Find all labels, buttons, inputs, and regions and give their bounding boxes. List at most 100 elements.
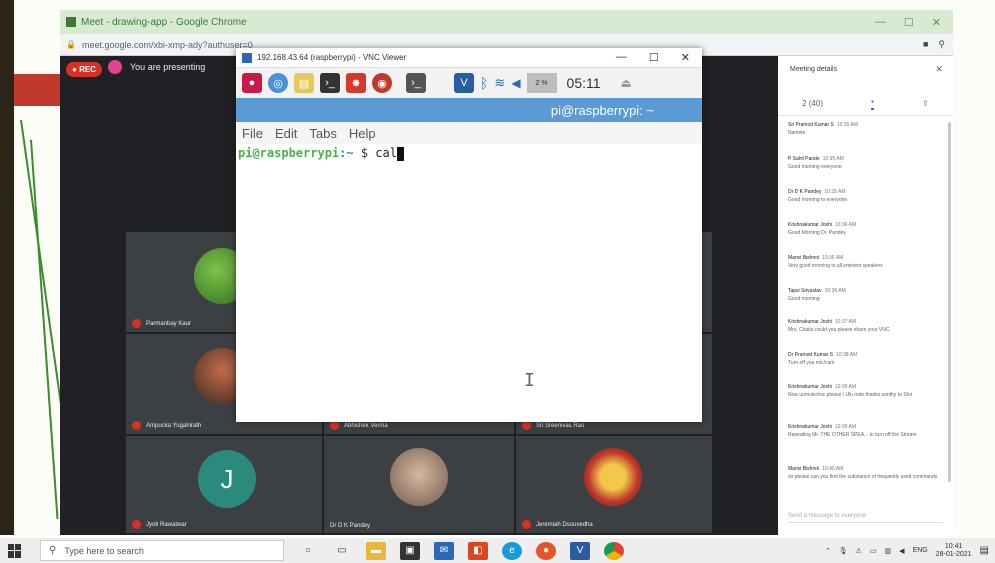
participant-name-tag: Jeremiah Dsouvedha	[522, 520, 593, 529]
media-icon[interactable]: ●	[536, 541, 556, 560]
vnc-title-bar: 192.168.43.64 (raspberrypi) - VNC Viewer…	[236, 48, 702, 68]
participant-name-tag: Ampucka Yugahirath	[132, 421, 201, 430]
chrome-icon[interactable]	[604, 541, 624, 560]
menu-help[interactable]: Help	[349, 126, 376, 141]
taskbar-search-input[interactable]: ⚲ Type here to search	[40, 540, 284, 561]
task-view-icon[interactable]: ▭	[332, 542, 352, 560]
mic-off-icon	[132, 520, 141, 529]
edge-icon[interactable]: e	[502, 541, 522, 560]
minimize-button[interactable]: —	[875, 16, 886, 29]
maximize-button[interactable]: ☐	[904, 16, 914, 29]
mic-off-icon	[132, 421, 141, 430]
chrome-window-controls: — ☐ ✕	[875, 16, 953, 29]
camera-icon[interactable]: ■	[923, 39, 928, 50]
vnc-app-icon	[242, 52, 252, 63]
presenting-label: You are presenting	[130, 62, 206, 72]
vnc-taskbar-icon[interactable]: V	[570, 541, 590, 560]
url-text[interactable]: meet.google.com/xbi-xmp-ady?authuser=0	[82, 40, 253, 50]
system-tray: ⌃ 🎙 ⚠ ▭ ▥ ◀ ENG 10:41 28-01-2021 ▤	[825, 543, 995, 559]
math-kernel-icon[interactable]: ✸	[346, 73, 366, 93]
lock-icon: 🔒	[66, 40, 76, 49]
wolfram-icon[interactable]: ◉	[372, 73, 392, 93]
tab-people[interactable]: 2 (40)	[802, 99, 823, 108]
wifi-icon[interactable]: ≋	[494, 75, 505, 91]
typed-command: cal	[375, 146, 397, 160]
participant-tile[interactable]: J Jyoti Rawatwar	[126, 436, 322, 533]
vnc-minimize-button[interactable]: —	[616, 51, 627, 64]
participant-avatar	[390, 448, 448, 506]
vnc-window-controls: — ☐ ✕	[616, 51, 702, 64]
menu-edit[interactable]: Edit	[275, 126, 297, 141]
menu-tabs[interactable]: Tabs	[309, 126, 336, 141]
present-icon	[108, 60, 122, 74]
vnc-maximize-button[interactable]: ☐	[649, 51, 659, 64]
chat-message: Manvi Bishnoi 10:40 AM sir please can you …	[788, 466, 938, 480]
chat-message: Krishnakumar Joshi 10:36 AM Good Morning D…	[788, 222, 857, 236]
chat-message: Sri Pramod Kumar S 10:35 AM Namste	[788, 122, 858, 136]
search-icon[interactable]: ⚲	[938, 39, 945, 50]
slide-red-block	[14, 74, 62, 106]
chat-message: Krishnakumar Joshi 10:39 AM Now unmute/mic…	[788, 384, 913, 398]
chat-scrollbar[interactable]	[948, 122, 951, 482]
prompt-path: :~	[339, 146, 354, 160]
participant-avatar	[584, 448, 642, 506]
microphone-icon[interactable]: 🎙	[839, 547, 848, 555]
mic-off-icon	[522, 421, 531, 430]
notification-icon[interactable]: ▤	[980, 545, 989, 556]
tab-activities[interactable]: ⇪	[922, 99, 929, 108]
chat-message: Dr Pramod Kumar S 10:38 AM Turn off you mi…	[788, 352, 858, 366]
web-browser-icon[interactable]: ◎	[268, 73, 288, 93]
ibeam-cursor-icon: I	[524, 370, 535, 391]
chat-message: Krishnakumar Joshi 10:37 AM Mrs. Chaitu co…	[788, 319, 890, 333]
participant-name-tag: Sri Sreenivas Rao	[522, 421, 584, 430]
slide-left-strip	[0, 0, 14, 535]
store-icon[interactable]: ▣	[400, 541, 420, 560]
participant-tile[interactable]: Dr D K Pandey	[324, 436, 514, 533]
chat-message: Dr D K Pandey 10:35 AM Good morning to eve…	[788, 189, 848, 203]
prompt-user: pi@raspberrypi	[238, 146, 340, 160]
office-icon[interactable]: ◧	[468, 541, 488, 560]
vnc-close-button[interactable]: ✕	[681, 51, 690, 64]
windows-start-icon[interactable]	[8, 543, 22, 558]
terminal-icon[interactable]: ›_	[320, 73, 340, 93]
system-clock[interactable]: 10:41 28-01-2021	[936, 543, 972, 559]
participant-name-tag: Abhishek Verma	[330, 421, 388, 430]
chat-message: P Sahil Pande 10:35 AM Good morning everyo…	[788, 156, 844, 170]
close-panel-button[interactable]: ✕	[935, 64, 943, 75]
vnc-server-icon[interactable]: V	[454, 73, 474, 93]
raspberry-menu-icon[interactable]: ●	[242, 73, 262, 93]
warning-icon[interactable]: ⚠	[856, 547, 862, 555]
terminal-title-bar: pi@raspberrypi: ~	[236, 98, 702, 122]
meeting-details-panel: Meeting details ✕ 2 (40) ▪ ⇪ Sri Pramod …	[778, 56, 953, 535]
chat-message: Krishnakumar Joshi 10:39 AM Repeating Mr. …	[788, 424, 917, 438]
network-icon[interactable]: ▥	[885, 547, 892, 555]
raspberry-pi-taskbar: ● ◎ ▤ ›_ ✸ ◉ ›_ V ᛒ ≋ ◀ 2 % 05:11 ⏏	[236, 68, 702, 98]
terminal-body[interactable]: pi@raspberrypi:~ $ cal	[236, 144, 702, 402]
close-button[interactable]: ✕	[932, 16, 941, 29]
menu-file[interactable]: File	[242, 126, 263, 141]
chat-message-input[interactable]: Send a message to everyone	[788, 513, 943, 523]
file-manager-icon[interactable]: ▤	[294, 73, 314, 93]
file-explorer-icon[interactable]: ▬	[366, 541, 386, 560]
vnc-viewer-window: 192.168.43.64 (raspberrypi) - VNC Viewer…	[236, 48, 702, 422]
cortana-icon[interactable]: ○	[298, 542, 318, 560]
mail-icon[interactable]: ✉	[434, 541, 454, 560]
bluetooth-icon[interactable]: ᛒ	[480, 75, 488, 91]
chevron-up-icon[interactable]: ⌃	[825, 547, 831, 555]
participant-tile[interactable]: Jeremiah Dsouvedha	[516, 436, 712, 533]
prompt-symbol: $	[353, 146, 376, 160]
participant-avatar: J	[198, 450, 256, 508]
text-cursor	[396, 146, 404, 161]
tab-chat[interactable]: ▪	[871, 97, 874, 110]
windows-taskbar: ⚲ Type here to search ○ ▭ ▬ ▣ ✉ ◧ e ● V …	[0, 538, 995, 563]
recording-badge: ● REC	[66, 62, 102, 77]
eject-icon[interactable]: ⏏	[621, 76, 632, 90]
mic-off-icon	[330, 421, 339, 430]
language-indicator[interactable]: ENG	[913, 547, 928, 554]
speaker-icon[interactable]: ◀	[899, 547, 904, 555]
battery-icon[interactable]: ▭	[870, 547, 877, 555]
pi-clock: 05:11	[566, 75, 601, 91]
terminal-window-icon[interactable]: ›_	[406, 73, 426, 93]
address-bar-actions: ■ ⚲	[923, 39, 953, 50]
volume-icon[interactable]: ◀	[511, 76, 520, 90]
